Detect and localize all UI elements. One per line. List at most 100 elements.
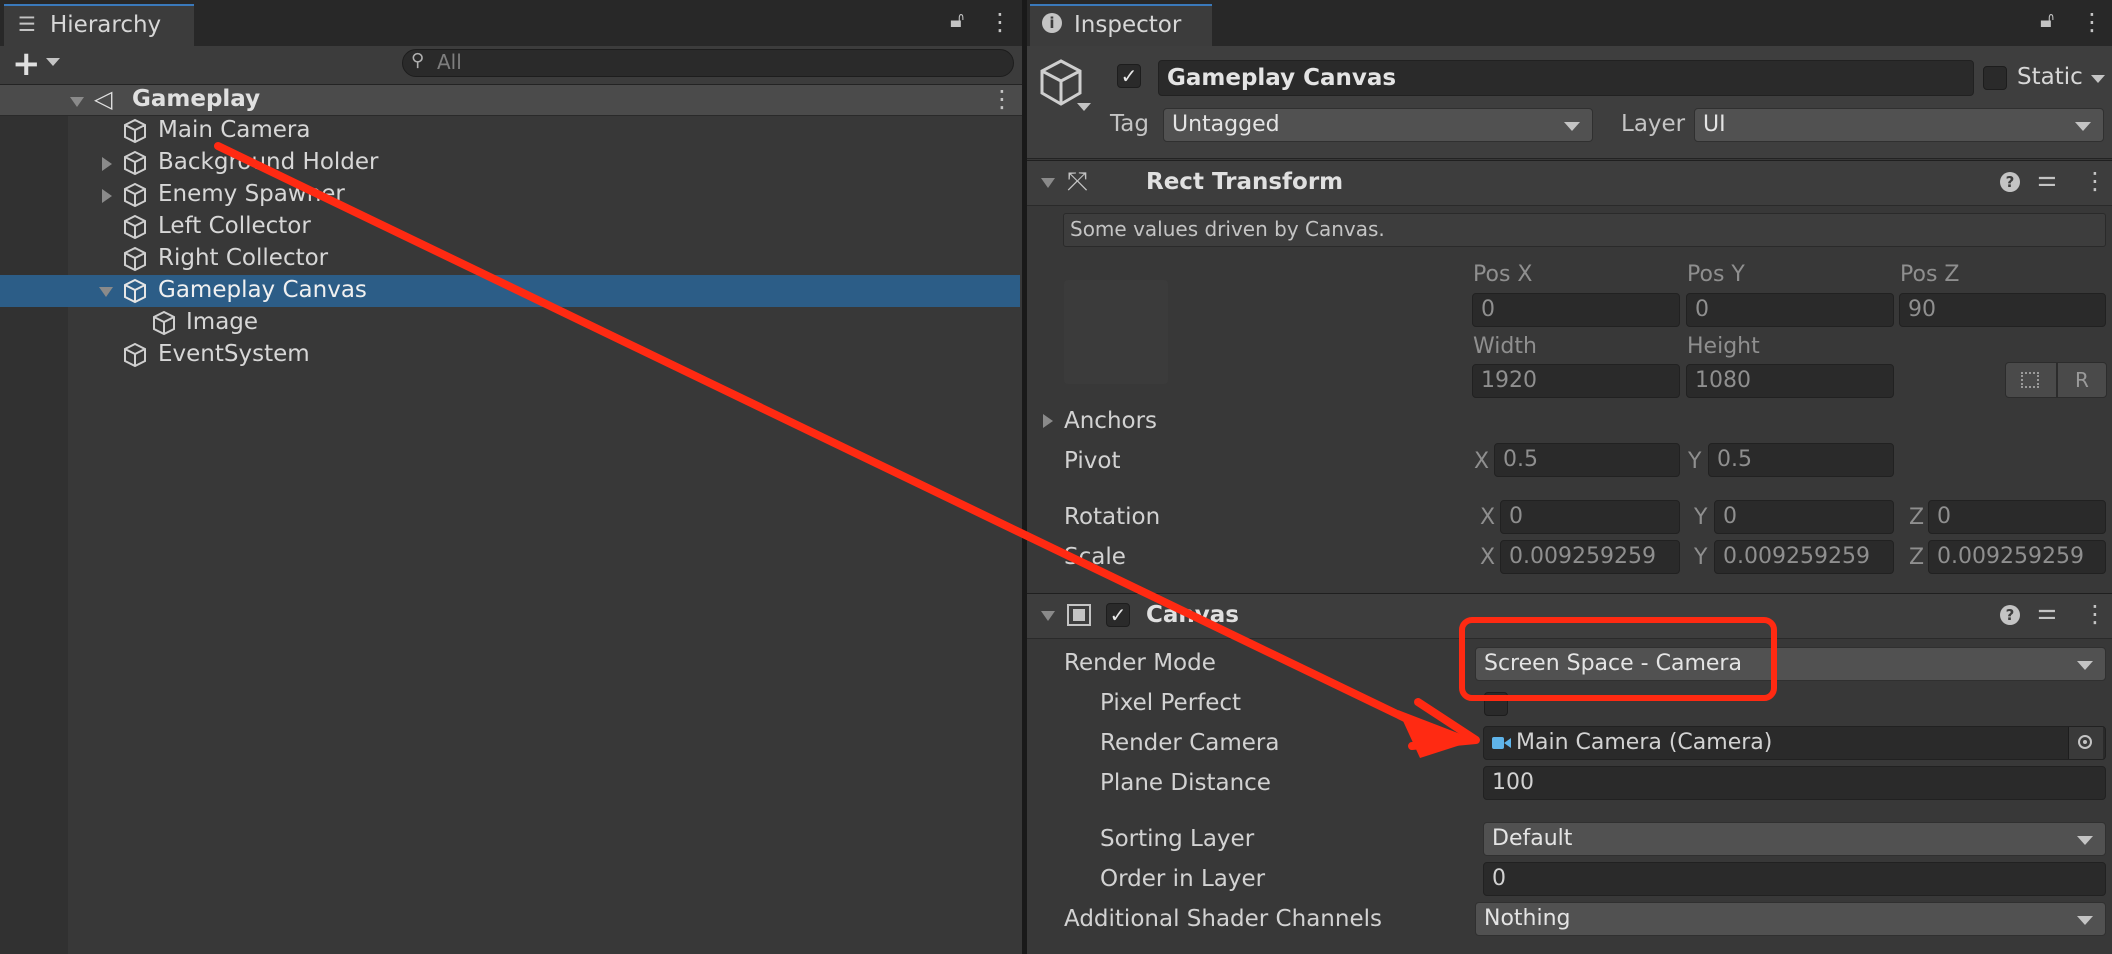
blueprint-mode-button[interactable]: [2005, 362, 2057, 398]
pixel-perfect-checkbox[interactable]: [1484, 692, 1508, 716]
collapse-arrow-icon[interactable]: [99, 287, 113, 297]
object-picker-icon[interactable]: [2068, 727, 2103, 759]
hierarchy-item-background-holder[interactable]: Background Holder: [0, 147, 1020, 179]
scene-fold-arrow-icon[interactable]: [70, 97, 84, 107]
hierarchy-tab[interactable]: ☰ Hierarchy: [4, 4, 194, 46]
hierarchy-item-main-camera[interactable]: Main Camera: [0, 115, 1020, 147]
pos-z-field[interactable]: 90: [1899, 293, 2106, 327]
shader-channels-label: Additional Shader Channels: [1064, 906, 1382, 932]
render-camera-value: Main Camera (Camera): [1516, 730, 1773, 755]
tag-value: Untagged: [1172, 112, 1280, 137]
pivot-x-field[interactable]: 0.5: [1494, 443, 1680, 477]
pivot-y-field[interactable]: 0.5: [1708, 443, 1894, 477]
presets-sliders-icon[interactable]: ⚌: [2037, 167, 2057, 192]
canvas-component-header[interactable]: ✓ Canvas ? ⚌ ⋮: [1027, 593, 2112, 639]
hierarchy-tab-label: Hierarchy: [50, 12, 162, 38]
scale-x-field[interactable]: 0.009259259: [1500, 540, 1680, 574]
gameobject-cube-icon: [124, 214, 146, 240]
width-field[interactable]: 1920: [1472, 364, 1680, 398]
fold-arrow-icon[interactable]: [1041, 178, 1055, 188]
canvas-component-icon: [1067, 604, 1091, 626]
render-mode-dropdown[interactable]: Screen Space - Camera: [1475, 647, 2106, 681]
pos-y-field[interactable]: 0: [1686, 293, 1894, 327]
fold-arrow-icon[interactable]: [1041, 611, 1055, 621]
rotation-z-axis-label: Z: [1909, 505, 1925, 530]
layer-label: Layer: [1621, 111, 1686, 137]
help-icon[interactable]: ?: [2000, 172, 2020, 192]
order-in-layer-label: Order in Layer: [1100, 866, 1266, 892]
layer-dropdown[interactable]: UI: [1694, 108, 2104, 142]
sorting-layer-dropdown[interactable]: Default: [1483, 822, 2106, 856]
anchors-fold-arrow-icon[interactable]: [1043, 414, 1053, 428]
create-dropdown-caret-icon[interactable]: [46, 58, 60, 66]
sorting-layer-label: Sorting Layer: [1100, 826, 1255, 852]
render-mode-value: Screen Space - Camera: [1484, 651, 1742, 676]
shader-channels-dropdown[interactable]: Nothing: [1475, 902, 2106, 936]
scale-z-field[interactable]: 0.009259259: [1928, 540, 2106, 574]
anchor-presets-box[interactable]: [1064, 280, 1168, 384]
scale-z-axis-label: Z: [1909, 545, 1925, 570]
pos-x-field[interactable]: 0: [1472, 293, 1680, 327]
info-icon: i: [1042, 13, 1062, 33]
hierarchy-item-gameplay-canvas[interactable]: Gameplay Canvas: [0, 275, 1020, 307]
gameobject-cube-icon: [124, 246, 146, 272]
rotation-z-field[interactable]: 0: [1928, 500, 2106, 534]
expand-arrow-icon[interactable]: [102, 189, 112, 203]
hierarchy-item-eventsystem[interactable]: EventSystem: [0, 339, 1020, 371]
create-plus-icon[interactable]: +: [12, 44, 41, 84]
icon-picker-caret-icon[interactable]: [1077, 103, 1091, 111]
dropdown-caret-icon: [2075, 122, 2091, 131]
plane-distance-field[interactable]: 100: [1483, 766, 2106, 800]
hierarchy-item-enemy-spawner[interactable]: Enemy Spawner: [0, 179, 1020, 211]
rect-transform-title: Rect Transform: [1146, 169, 1344, 195]
height-field[interactable]: 1080: [1686, 364, 1894, 398]
static-checkbox[interactable]: [1983, 66, 2007, 90]
hierarchy-item-image[interactable]: Image: [0, 307, 1020, 339]
driven-by-info-box: Some values driven by Canvas.: [1063, 213, 2106, 247]
camera-icon: [1492, 737, 1504, 749]
presets-sliders-icon[interactable]: ⚌: [2037, 600, 2057, 625]
driven-info-text: Some values driven by Canvas.: [1070, 217, 1385, 241]
hierarchy-list-icon: ☰: [18, 12, 36, 36]
hierarchy-item-right-collector[interactable]: Right Collector: [0, 243, 1020, 275]
inspector-menu-icon[interactable]: ⋮: [2080, 8, 2104, 36]
gameobject-cube-icon: [124, 278, 146, 304]
hierarchy-search-input[interactable]: ⚲ All: [402, 49, 1014, 77]
component-menu-icon[interactable]: ⋮: [2083, 600, 2107, 628]
width-label: Width: [1473, 334, 1537, 359]
inspector-tab-label: Inspector: [1074, 12, 1182, 38]
canvas-enabled-checkbox[interactable]: ✓: [1106, 603, 1130, 627]
expand-arrow-icon[interactable]: [102, 157, 112, 171]
tag-dropdown[interactable]: Untagged: [1163, 108, 1593, 142]
order-in-layer-field[interactable]: 0: [1483, 862, 2106, 896]
active-toggle-checkbox[interactable]: ✓: [1117, 64, 1141, 88]
dropdown-caret-icon: [1564, 122, 1580, 131]
item-label: Main Camera: [158, 117, 311, 143]
render-camera-field[interactable]: Main Camera (Camera): [1483, 726, 2106, 760]
scale-y-field[interactable]: 0.009259259: [1714, 540, 1894, 574]
inspector-lock-icon[interactable]: 🔓︎: [2040, 8, 2054, 33]
anchors-label[interactable]: Anchors: [1064, 408, 1157, 434]
static-caret-icon[interactable]: [2091, 75, 2105, 83]
pos-y-label: Pos Y: [1687, 262, 1745, 287]
height-label: Height: [1687, 334, 1760, 359]
gameobject-cube-icon: [124, 118, 146, 144]
rotation-x-axis-label: X: [1480, 505, 1496, 530]
scene-header-row[interactable]: ◁ Gameplay ⋮: [0, 85, 1022, 116]
raw-edit-button[interactable]: R: [2057, 362, 2107, 398]
unity-scene-icon: ◁: [94, 85, 113, 113]
rotation-y-field[interactable]: 0: [1714, 500, 1894, 534]
static-label: Static: [2017, 64, 2083, 90]
rect-transform-header[interactable]: ⤧ Rect Transform ? ⚌ ⋮: [1027, 160, 2112, 206]
object-name-field[interactable]: Gameplay Canvas: [1158, 60, 1974, 96]
inspector-tab[interactable]: i Inspector: [1030, 4, 1212, 46]
pivot-label: Pivot: [1064, 448, 1121, 474]
kebab-menu-icon[interactable]: ⋮: [988, 8, 1012, 36]
rotation-x-field[interactable]: 0: [1500, 500, 1680, 534]
lock-icon[interactable]: 🔓︎: [950, 8, 964, 33]
component-menu-icon[interactable]: ⋮: [2083, 167, 2107, 195]
hierarchy-panel: ☰ Hierarchy 🔓︎ ⋮ + ⚲ All ◁ Gameplay ⋮ Ma…: [0, 0, 1022, 954]
help-icon[interactable]: ?: [2000, 605, 2020, 625]
hierarchy-item-left-collector[interactable]: Left Collector: [0, 211, 1020, 243]
scene-menu-icon[interactable]: ⋮: [990, 85, 1014, 113]
